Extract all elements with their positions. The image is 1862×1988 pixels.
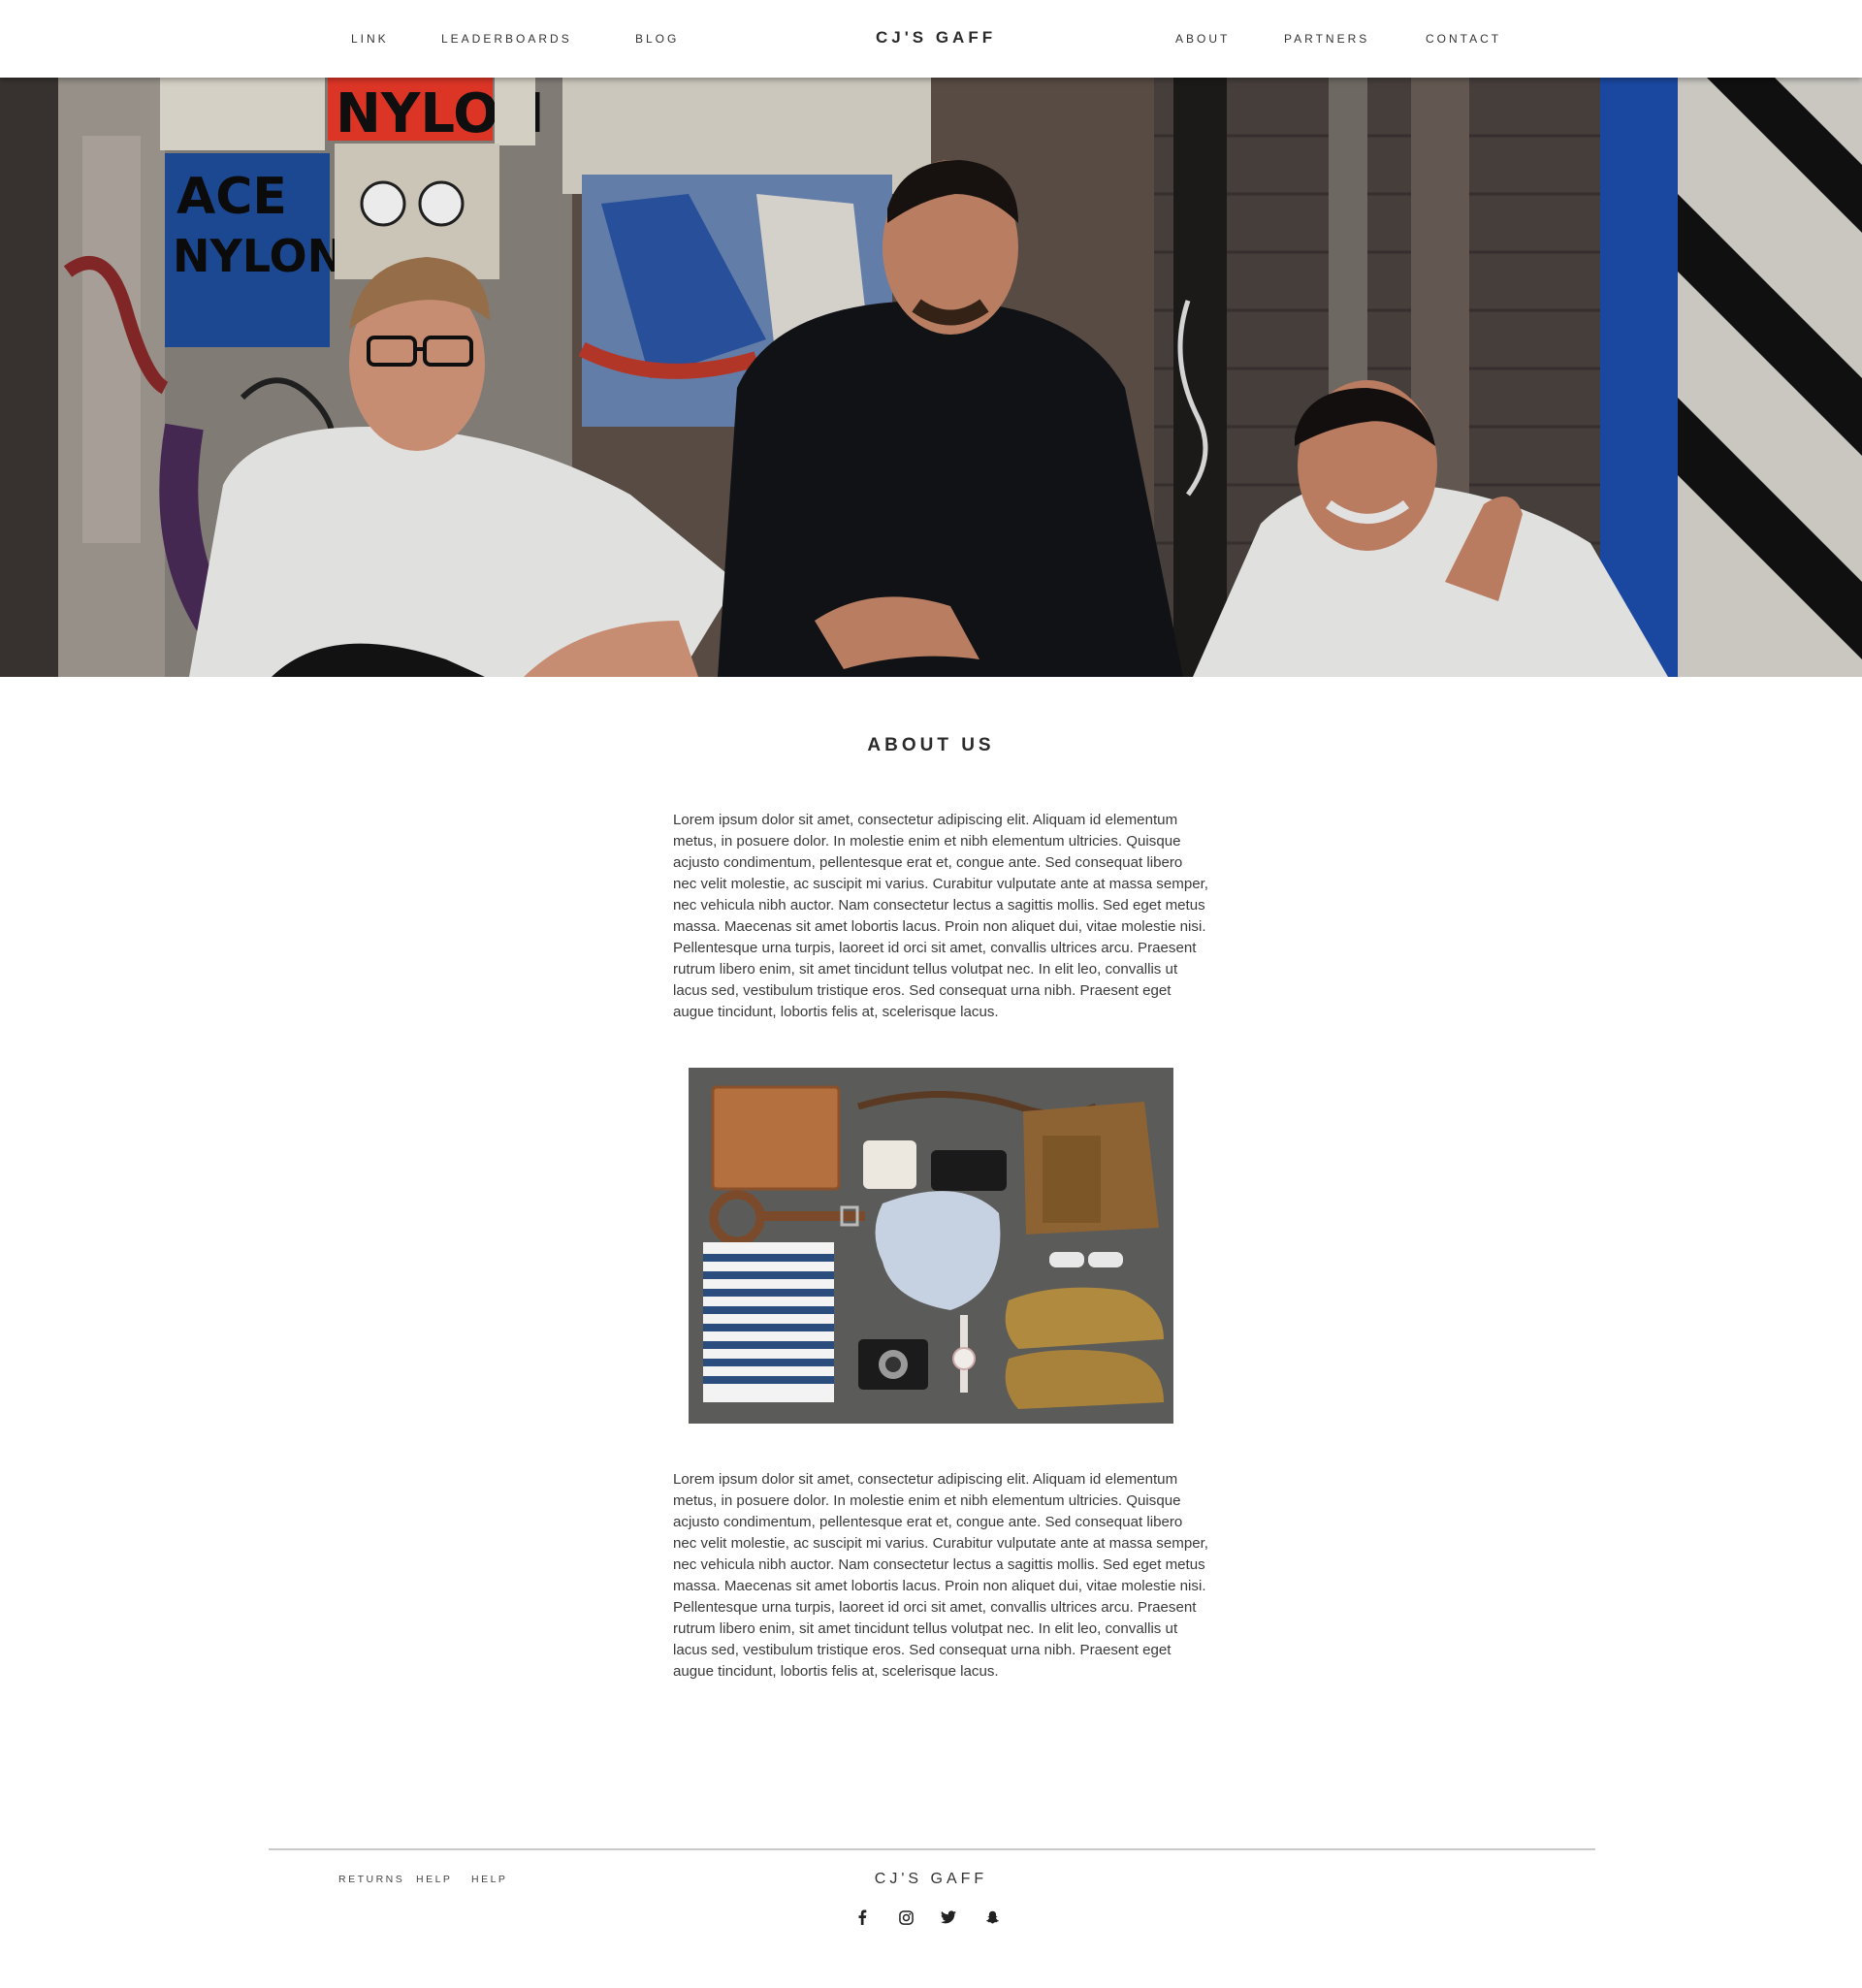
nav-link-leaderboards[interactable]: LEADERBOARDS: [441, 32, 572, 46]
nav-link-link[interactable]: LINK: [351, 32, 389, 46]
nav-link-contact[interactable]: CONTACT: [1426, 32, 1501, 46]
facebook-icon[interactable]: [851, 1907, 873, 1928]
nav-link-about[interactable]: ABOUT: [1175, 32, 1230, 46]
twitter-icon[interactable]: [938, 1907, 959, 1928]
flatlay-illustration: [689, 1068, 1173, 1424]
page-title: ABOUT US: [867, 735, 995, 755]
top-navigation: LINK LEADERBOARDS BLOG CJ'S GAFF ABOUT P…: [0, 0, 1862, 78]
nav-link-blog[interactable]: BLOG: [635, 32, 679, 46]
nav-link-partners[interactable]: PARTNERS: [1284, 32, 1369, 46]
hero-image: NYLON ACE NYLON: [0, 78, 1862, 677]
instagram-icon[interactable]: [895, 1907, 916, 1928]
footer-brand: CJ'S GAFF: [874, 1871, 988, 1887]
brand-logo[interactable]: CJ'S GAFF: [876, 28, 996, 48]
flatlay-image: [689, 1068, 1173, 1424]
about-paragraph-2: Lorem ipsum dolor sit amet, consectetur …: [673, 1471, 1208, 1680]
footer-divider: [269, 1848, 1595, 1850]
snapchat-icon[interactable]: [981, 1907, 1003, 1928]
hero-photo-illustration: NYLON ACE NYLON: [0, 78, 1862, 677]
about-paragraph-1: Lorem ipsum dolor sit amet, consectetur …: [673, 812, 1208, 1020]
